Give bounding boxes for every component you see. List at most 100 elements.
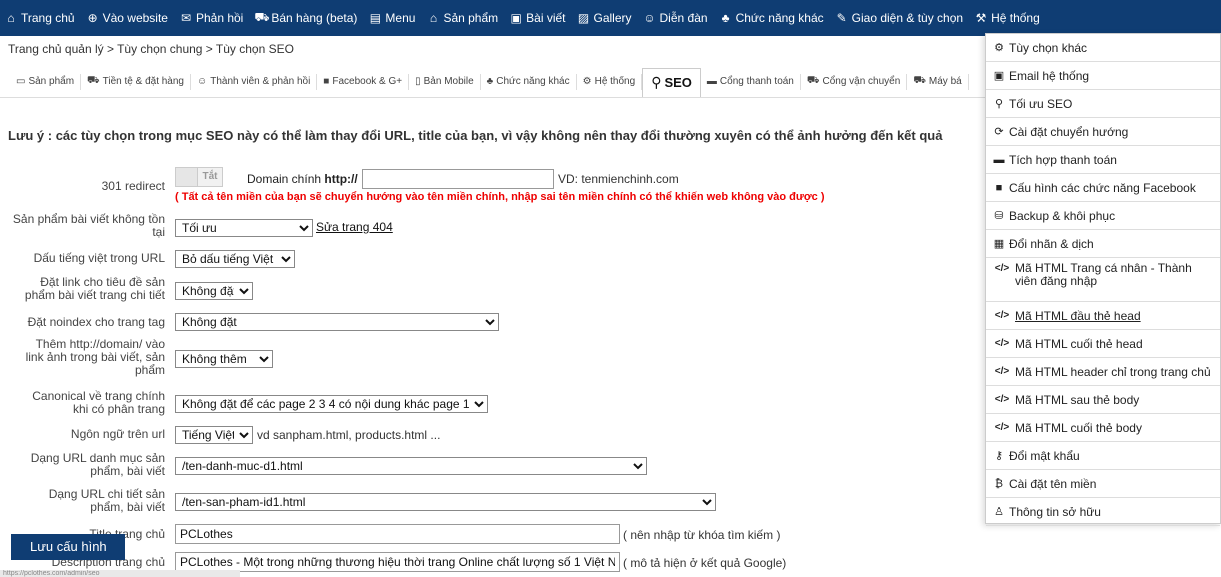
menu-item-2[interactable]: ⚲ Tối ưu SEO xyxy=(986,90,1220,118)
tab-9[interactable]: ⛟ Cổng vận chuyển xyxy=(801,73,908,90)
tab-label: Thành viên & phản hồi xyxy=(210,76,311,87)
redirect-label: 301 redirect xyxy=(101,179,165,193)
main-domain-input[interactable] xyxy=(362,169,554,189)
tab-1[interactable]: ⛟ Tiền tệ & đặt hàng xyxy=(81,73,191,90)
search-icon: ⚲ xyxy=(651,74,662,90)
nav-item-9[interactable]: ♣ Chức năng khác xyxy=(719,11,824,25)
code-icon: </> xyxy=(994,338,1010,349)
menu-item-4[interactable]: ▬ Tích hợp thanh toán xyxy=(986,146,1220,174)
search-icon: ⚲ xyxy=(994,98,1004,110)
menu-item-label: Thông tin sở hữu xyxy=(1009,504,1101,519)
nav-item-label: Gallery xyxy=(593,11,632,25)
cart-icon: ⛟ xyxy=(913,75,926,86)
menu-item-1[interactable]: ▣ Email hệ thống xyxy=(986,62,1220,90)
nav-item-label: Vào website xyxy=(102,11,168,25)
nav-item-2[interactable]: ✉ Phản hồi xyxy=(179,11,243,25)
menu-item-7[interactable]: ▦ Đổi nhãn & dịch xyxy=(986,230,1220,258)
url-language-select[interactable]: Tiếng Việt xyxy=(175,426,253,444)
top-navigation-bar: ⌂ Trang chủ ⊕ Vào website ✉ Phản hồi ⛟ Bán hàng… xyxy=(0,0,1221,36)
settings-tabs: ▭ Sản phẩm ⛟ Tiền tệ & đặt hàng ☺ Thành viên … xyxy=(0,66,985,98)
menu-item-0[interactable]: ⚙ Tùy chọn khác xyxy=(986,34,1220,62)
nav-item-10[interactable]: ✎ Giao diện & tùy chọn xyxy=(835,11,963,25)
nav-item-label: Sản phẩm xyxy=(443,11,499,25)
accent-select[interactable]: Bỏ dấu tiếng Việt xyxy=(175,250,295,268)
tab-3[interactable]: ■ Facebook & G+ xyxy=(317,73,410,90)
missing-page-select[interactable]: Tối ưu xyxy=(175,219,313,237)
domain-label: Domain chính http:// xyxy=(247,172,358,186)
nav-item-5[interactable]: ⌂ Sản phẩm xyxy=(426,11,498,25)
category-url-select[interactable]: /ten-danh-muc-d1.html xyxy=(175,457,647,475)
tab-8[interactable]: ▬ Cổng thanh toán xyxy=(701,73,801,90)
menu-item-10[interactable]: </> Mã HTML cuối thẻ head xyxy=(986,330,1220,358)
canonical-select[interactable]: Không đặt để các page 2 3 4 có nội dung … xyxy=(175,395,488,413)
wrench-icon: ⚒ xyxy=(975,11,987,25)
edit-404-link[interactable]: Sửa trang 404 xyxy=(316,220,393,234)
http-domain-select[interactable]: Không thêm xyxy=(175,350,273,368)
tab-4[interactable]: ▯ Bản Mobile xyxy=(409,73,481,90)
menu-item-label: Mã HTML sau thẻ body xyxy=(1015,392,1140,407)
sitemap-icon: ♣ xyxy=(486,76,494,87)
menu-item-15[interactable]: ₿ Cài đặt tên miền xyxy=(986,470,1220,498)
nav-item-label: Bài viết xyxy=(526,11,566,25)
user-icon: ♙ xyxy=(994,506,1004,518)
nav-item-0[interactable]: ⌂ Trang chủ xyxy=(4,11,74,25)
redirect-toggle[interactable]: Tắt xyxy=(175,167,223,187)
redirect-warning: ( Tất cả tên miền của bạn sẽ chuyển hướn… xyxy=(175,191,825,203)
home-icon: ⌂ xyxy=(7,11,15,25)
sitemap-icon: ♣ xyxy=(721,11,730,25)
cart-icon: ⛟ xyxy=(87,75,100,86)
tab-label: Tiền tệ & đặt hàng xyxy=(102,76,184,87)
home-title-input[interactable] xyxy=(175,524,620,544)
nav-item-label: Chức năng khác xyxy=(735,11,824,25)
tab-6[interactable]: ⚙ Hệ thống xyxy=(577,73,643,90)
menu-item-label: Mã HTML cuối thẻ body xyxy=(1015,420,1142,435)
menu-item-3[interactable]: ⟳ Cài đặt chuyển hướng xyxy=(986,118,1220,146)
nav-item-11[interactable]: ⚒ Hệ thống xyxy=(974,11,1040,25)
detail-url-select[interactable]: /ten-san-pham-id1.html xyxy=(175,493,716,511)
title-link-select[interactable]: Không đặt xyxy=(175,282,253,300)
menu-item-label: Cấu hình các chức năng Facebook xyxy=(1009,180,1196,195)
nav-item-6[interactable]: ▣ Bài viết xyxy=(509,11,565,25)
home-title-hint: ( nên nhập từ khóa tìm kiếm ) xyxy=(623,528,781,542)
menu-item-11[interactable]: </> Mã HTML header chỉ trong trang chủ xyxy=(986,358,1220,386)
tab-7[interactable]: ⚲ SEO xyxy=(642,67,701,97)
noindex-select[interactable]: Không đặt xyxy=(175,313,499,331)
save-config-button[interactable]: Lưu cấu hình xyxy=(11,534,125,560)
accent-label: Dấu tiếng việt trong URL xyxy=(33,251,165,265)
credit-card-icon: ▬ xyxy=(706,76,717,87)
tab-label: Facebook & G+ xyxy=(332,76,403,87)
tab-0[interactable]: ▭ Sản phẩm xyxy=(10,73,82,90)
nav-item-7[interactable]: ▨ Gallery xyxy=(577,11,632,25)
menu-item-label: Tích hợp thanh toán xyxy=(1009,152,1117,167)
tab-label: Máy bá xyxy=(928,76,962,87)
menu-item-label: Đổi nhãn & dịch xyxy=(1009,236,1094,251)
tab-label: Hệ thống xyxy=(594,76,636,87)
nav-item-8[interactable]: ☺ Diễn đàn xyxy=(643,11,707,25)
http-domain-label: Thêm http://domain/ vào link ảnh trong b… xyxy=(25,337,165,377)
gear-icon: ⚙ xyxy=(994,42,1004,54)
title-link-label: Đặt link cho tiêu đề sản phẩm bài viết t… xyxy=(24,275,165,302)
menu-item-14[interactable]: ⚷ Đổi mật khẩu xyxy=(986,442,1220,470)
menu-item-5[interactable]: ■ Cấu hình các chức năng Facebook xyxy=(986,174,1220,202)
home-description-input[interactable] xyxy=(175,552,620,572)
nav-item-1[interactable]: ⊕ Vào website xyxy=(86,11,168,25)
gear-icon: ⚙ xyxy=(582,76,592,87)
facebook-icon: ■ xyxy=(995,181,1003,194)
domain-icon: ₿ xyxy=(994,477,1004,490)
menu-item-13[interactable]: </> Mã HTML cuối thẻ body xyxy=(986,414,1220,442)
menu-item-12[interactable]: </> Mã HTML sau thẻ body xyxy=(986,386,1220,414)
menu-item-6[interactable]: ⛁ Backup & khôi phục xyxy=(986,202,1220,230)
menu-item-16[interactable]: ♙ Thông tin sở hữu xyxy=(986,498,1220,526)
menu-item-8[interactable]: </> Mã HTML Trang cá nhân - Thành viên đă… xyxy=(986,258,1220,302)
tab-2[interactable]: ☺ Thành viên & phản hồi xyxy=(191,73,318,90)
menu-icon: ▤ xyxy=(369,11,382,25)
system-dropdown-menu: ⚙ Tùy chọn khác ▣ Email hệ thống ⚲ Tối ưu SEO… xyxy=(985,33,1221,526)
tab-label: Sản phẩm xyxy=(28,76,75,87)
key-icon: ⚷ xyxy=(994,450,1004,462)
mobile-icon: ▯ xyxy=(415,76,421,87)
nav-item-3[interactable]: ⛟ Bán hàng (beta) xyxy=(254,10,357,26)
tab-5[interactable]: ♣ Chức năng khác xyxy=(481,73,577,90)
tab-10[interactable]: ⛟ Máy bá xyxy=(907,73,969,90)
nav-item-4[interactable]: ▤ Menu xyxy=(368,11,416,25)
menu-item-9[interactable]: </> Mã HTML đầu thẻ head xyxy=(986,302,1220,330)
